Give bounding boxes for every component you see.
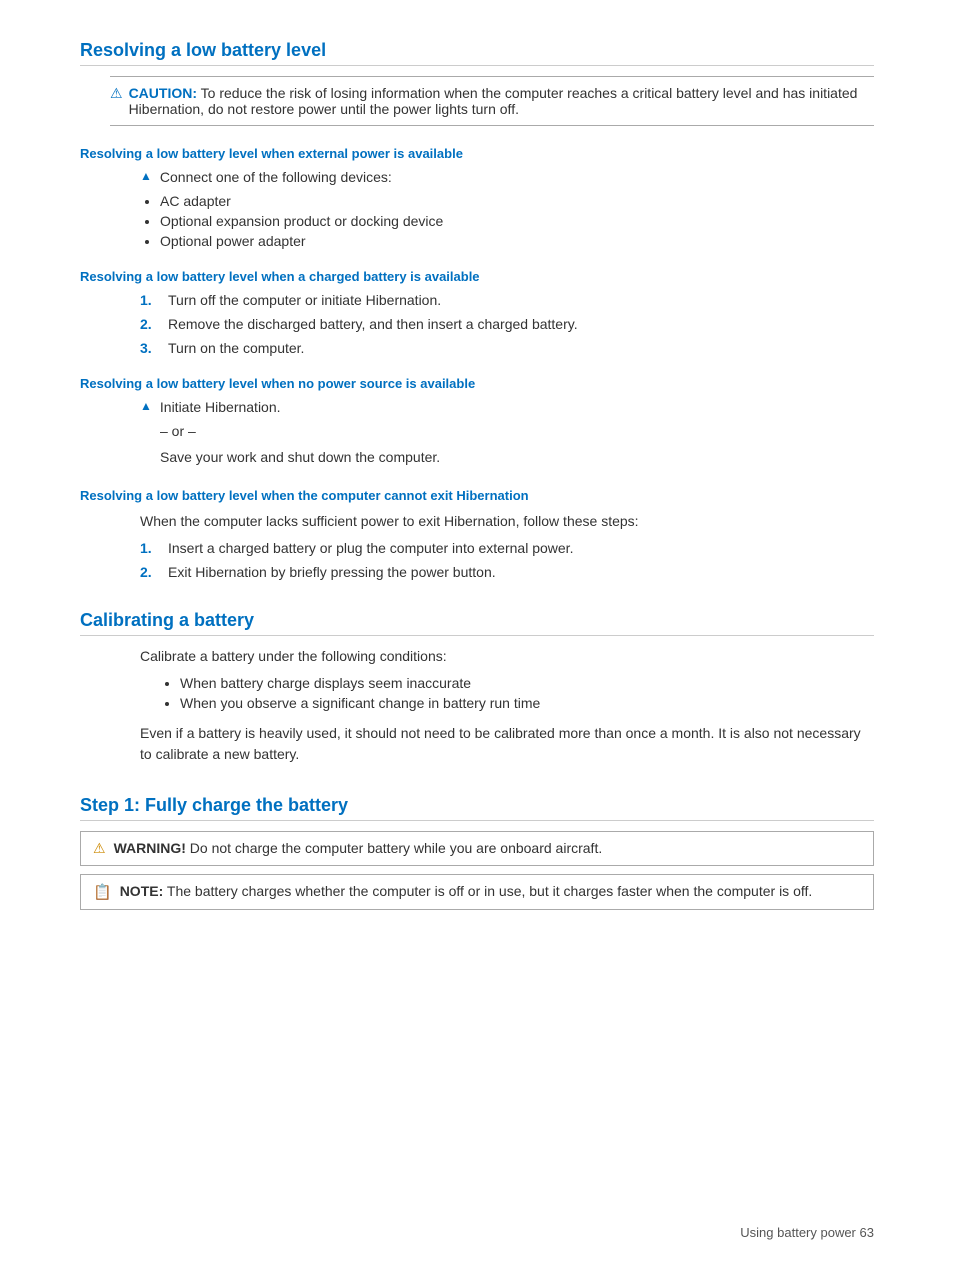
subsection3-step1: Initiate Hibernation. bbox=[160, 399, 281, 415]
triangle-bullet-icon: ▲ bbox=[140, 169, 152, 183]
subsection3: Resolving a low battery level when no po… bbox=[80, 376, 874, 468]
subsection1-bullets: AC adapter Optional expansion product or… bbox=[160, 193, 874, 249]
section2-note: Even if a battery is heavily used, it sh… bbox=[140, 723, 874, 765]
note-text-content: The battery charges whether the computer… bbox=[167, 883, 812, 899]
triangle-bullet-icon2: ▲ bbox=[140, 399, 152, 413]
list-item: AC adapter bbox=[160, 193, 874, 209]
subsection1-intro: Connect one of the following devices: bbox=[160, 169, 392, 185]
list-item: Optional power adapter bbox=[160, 233, 874, 249]
subsection4-steps: Insert a charged battery or plug the com… bbox=[140, 540, 874, 580]
caution-label: CAUTION: bbox=[129, 85, 197, 101]
subsection3-step1-row: ▲ Initiate Hibernation. bbox=[140, 399, 874, 415]
list-item: Turn on the computer. bbox=[140, 340, 874, 356]
list-item: When battery charge displays seem inaccu… bbox=[180, 675, 874, 691]
subsection2-title: Resolving a low battery level when a cha… bbox=[80, 269, 874, 284]
section3-title: Step 1: Fully charge the battery bbox=[80, 795, 874, 821]
section1-title: Resolving a low battery level bbox=[80, 40, 874, 66]
caution-content: CAUTION: To reduce the risk of losing in… bbox=[129, 85, 874, 117]
subsection4-intro: When the computer lacks sufficient power… bbox=[140, 511, 874, 532]
note-label: NOTE: bbox=[120, 883, 164, 899]
list-item: When you observe a significant change in… bbox=[180, 695, 874, 711]
subsection4: Resolving a low battery level when the c… bbox=[80, 488, 874, 580]
subsection3-step2: Save your work and shut down the compute… bbox=[160, 447, 874, 468]
list-item: Exit Hibernation by briefly pressing the… bbox=[140, 564, 874, 580]
subsection1-content: ▲ Connect one of the following devices: … bbox=[140, 169, 874, 249]
subsection2: Resolving a low battery level when a cha… bbox=[80, 269, 874, 356]
list-item: Insert a charged battery or plug the com… bbox=[140, 540, 874, 556]
note-content: NOTE: The battery charges whether the co… bbox=[120, 883, 813, 899]
subsection1-title: Resolving a low battery level when exter… bbox=[80, 146, 874, 161]
subsection3-title: Resolving a low battery level when no po… bbox=[80, 376, 874, 391]
subsection3-content: ▲ Initiate Hibernation. – or – Save your… bbox=[140, 399, 874, 468]
page-footer: Using battery power 63 bbox=[740, 1225, 874, 1240]
warning-triangle-icon: ⚠ bbox=[93, 840, 106, 857]
subsection1: Resolving a low battery level when exter… bbox=[80, 146, 874, 249]
warning-text-content: Do not charge the computer battery while… bbox=[190, 840, 602, 856]
warning-content: WARNING! Do not charge the computer batt… bbox=[114, 840, 603, 856]
warning-label: WARNING! bbox=[114, 840, 186, 856]
list-item: Optional expansion product or docking de… bbox=[160, 213, 874, 229]
subsection1-intro-row: ▲ Connect one of the following devices: bbox=[140, 169, 874, 185]
section2-title: Calibrating a battery bbox=[80, 610, 874, 636]
caution-box: ⚠ CAUTION: To reduce the risk of losing … bbox=[110, 76, 874, 126]
section2-bullets: When battery charge displays seem inaccu… bbox=[180, 675, 874, 711]
subsection3-or: – or – bbox=[160, 423, 874, 439]
page-number: 63 bbox=[860, 1225, 874, 1240]
note-doc-icon: 📋 bbox=[93, 883, 112, 901]
subsection4-title: Resolving a low battery level when the c… bbox=[80, 488, 874, 503]
section3: Step 1: Fully charge the battery ⚠ WARNI… bbox=[80, 795, 874, 910]
list-item: Turn off the computer or initiate Hibern… bbox=[140, 292, 874, 308]
caution-text-content: To reduce the risk of losing information… bbox=[129, 85, 858, 117]
list-item: Remove the discharged battery, and then … bbox=[140, 316, 874, 332]
note-box: 📋 NOTE: The battery charges whether the … bbox=[80, 874, 874, 910]
warning-box: ⚠ WARNING! Do not charge the computer ba… bbox=[80, 831, 874, 866]
section2: Calibrating a battery Calibrate a batter… bbox=[80, 610, 874, 765]
section2-intro: Calibrate a battery under the following … bbox=[140, 646, 874, 667]
caution-triangle-icon: ⚠ bbox=[110, 85, 123, 102]
footer-text: Using battery power bbox=[740, 1225, 856, 1240]
subsection2-steps: Turn off the computer or initiate Hibern… bbox=[140, 292, 874, 356]
